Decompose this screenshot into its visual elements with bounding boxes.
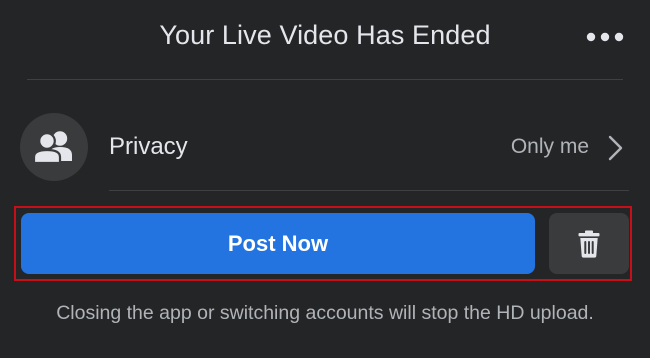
trash-icon bbox=[578, 230, 600, 258]
privacy-icon-circle bbox=[20, 113, 88, 181]
delete-button[interactable] bbox=[549, 213, 629, 274]
post-now-button[interactable]: Post Now bbox=[21, 213, 535, 274]
privacy-value: Only me bbox=[510, 135, 589, 158]
privacy-label: Privacy bbox=[109, 133, 188, 160]
people-icon bbox=[32, 131, 72, 164]
header-divider bbox=[27, 79, 623, 80]
page-title: Your Live Video Has Ended bbox=[159, 20, 491, 50]
privacy-divider bbox=[109, 190, 629, 191]
upload-note: Closing the app or switching accounts wi… bbox=[56, 302, 594, 324]
more-horizontal-icon bbox=[586, 32, 624, 42]
chevron-right-icon bbox=[608, 135, 623, 161]
header: Your Live Video Has Ended bbox=[0, 0, 650, 78]
more-options-button[interactable] bbox=[580, 22, 630, 52]
privacy-row[interactable]: Privacy Only me bbox=[0, 100, 650, 192]
